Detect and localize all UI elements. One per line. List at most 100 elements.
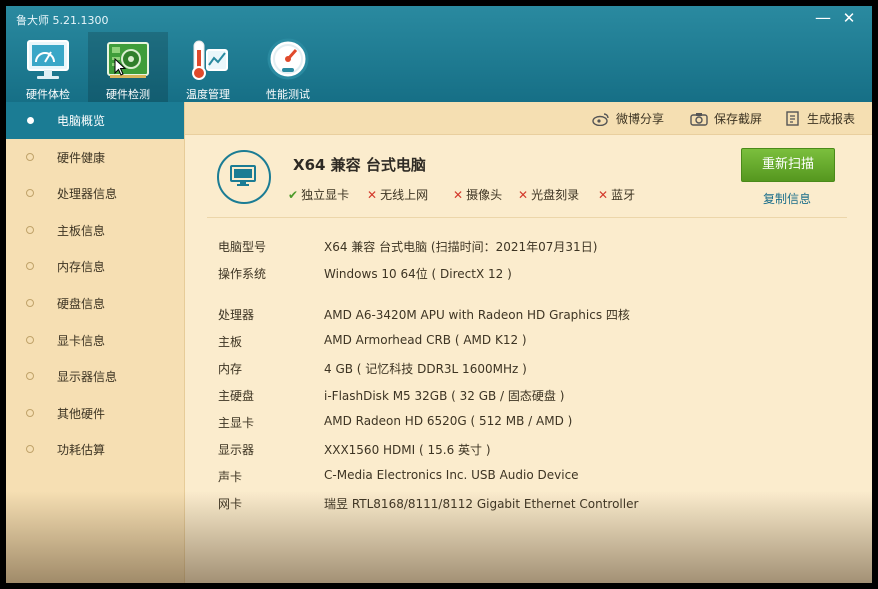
sidebar-item-gpu[interactable]: 显卡信息 (6, 322, 184, 359)
sidebar-item-other-hardware[interactable]: 其他硬件 (6, 395, 184, 432)
info-key: 主显卡 (218, 416, 255, 430)
cross-icon: ✕ (598, 188, 609, 202)
feature-bluetooth: ✕ 蓝牙 (598, 186, 635, 203)
feature-label: 蓝牙 (611, 188, 636, 202)
thermometer-icon (192, 40, 228, 80)
tab-hardware-checkup[interactable]: 硬件体检 (8, 32, 88, 102)
feature-label: 无线上网 (380, 188, 429, 202)
generate-report-button[interactable]: 生成报表 (785, 110, 855, 127)
save-screenshot-button[interactable]: 保存截屏 (690, 110, 762, 127)
info-value: AMD Radeon HD 6520G ( 512 MB / AMD ) (324, 414, 573, 428)
tab-label: 硬件体检 (26, 88, 70, 101)
toolbar: 微博分享 保存截屏 生成报表 (185, 102, 872, 135)
bullet-icon (26, 152, 34, 161)
bullet-icon (26, 445, 34, 454)
info-value: AMD Armorhead CRB ( AMD K12 ) (324, 333, 527, 347)
cross-icon: ✕ (453, 188, 464, 202)
sidebar-item-label: 显卡信息 (57, 333, 106, 348)
tab-label: 温度管理 (186, 88, 230, 101)
feature-discrete-gpu: ✔ 独立显卡 (288, 186, 349, 203)
bullet-icon (26, 262, 34, 271)
tab-temperature-management[interactable]: 温度管理 (168, 32, 248, 102)
sidebar-item-label: 硬盘信息 (57, 296, 106, 311)
header-bar: 鲁大师 5.21.1300 — ✕ 硬件体检 硬件检测 温度管理 性能测试 (6, 6, 872, 102)
cross-icon: ✕ (367, 188, 378, 202)
info-value: AMD A6-3420M APU with Radeon HD Graphics… (324, 308, 630, 322)
bullet-icon (26, 225, 34, 234)
tab-performance-test[interactable]: 性能测试 (248, 32, 328, 102)
sidebar-item-disk[interactable]: 硬盘信息 (6, 285, 184, 322)
camera-icon (690, 112, 708, 126)
app-title: 鲁大师 5.21.1300 (16, 14, 109, 27)
weibo-share-label: 微博分享 (616, 112, 665, 126)
sidebar-item-label: 显示器信息 (57, 370, 118, 385)
sidebar-item-label: 电脑概览 (57, 114, 106, 128)
sidebar-item-label: 处理器信息 (57, 187, 118, 202)
report-icon (786, 111, 799, 126)
tab-hardware-detect[interactable]: 硬件检测 (88, 32, 168, 102)
tab-label: 硬件检测 (106, 88, 150, 101)
sidebar-item-label: 其他硬件 (57, 406, 106, 421)
weibo-icon (592, 112, 609, 126)
weibo-share-button[interactable]: 微博分享 (592, 110, 664, 127)
bullet-icon (26, 298, 34, 307)
computer-title: X64 兼容 台式电脑 (293, 156, 426, 174)
speedometer-icon (267, 38, 309, 80)
sidebar: 电脑概览 硬件健康 处理器信息 主板信息 内存信息 硬盘信息 显卡信息 显示器信… (6, 102, 185, 583)
sidebar-item-label: 功耗估算 (57, 443, 106, 458)
feature-label: 光盘刻录 (531, 188, 580, 202)
mouse-cursor-icon (114, 58, 126, 76)
info-value: Windows 10 64位 ( DirectX 12 ) (324, 267, 512, 281)
sidebar-item-cpu[interactable]: 处理器信息 (6, 175, 184, 212)
minimize-button[interactable]: — (812, 8, 834, 28)
info-key: 网卡 (218, 497, 243, 511)
sidebar-item-label: 主板信息 (57, 223, 106, 238)
feature-camera: ✕ 摄像头 (453, 186, 502, 203)
info-key: 显示器 (218, 443, 255, 457)
computer-badge (217, 150, 271, 204)
info-value: i-FlashDisk M5 32GB ( 32 GB / 固态硬盘 ) (324, 389, 565, 403)
info-value: 瑞昱 RTL8168/8111/8112 Gigabit Ethernet Co… (324, 497, 639, 511)
bullet-icon (26, 335, 34, 344)
info-value: X64 兼容 台式电脑 (扫描时间：2021年07月31日) (324, 240, 598, 254)
check-icon: ✔ (288, 188, 299, 202)
sidebar-item-label: 硬件健康 (57, 150, 106, 165)
sidebar-item-hardware-health[interactable]: 硬件健康 (6, 139, 184, 176)
info-value: C-Media Electronics Inc. USB Audio Devic… (324, 468, 579, 482)
copy-info-link[interactable]: 复制信息 (763, 190, 811, 207)
info-key: 主硬盘 (218, 389, 255, 403)
sidebar-item-overview[interactable]: 电脑概览 (6, 102, 184, 139)
tab-label: 性能测试 (266, 88, 310, 101)
info-value: XXX1560 HDMI ( 15.6 英寸 ) (324, 443, 491, 457)
sidebar-item-motherboard[interactable]: 主板信息 (6, 212, 184, 249)
info-value: 4 GB ( 记忆科技 DDR3L 1600MHz ) (324, 362, 527, 376)
info-key: 电脑型号 (218, 240, 267, 254)
info-key: 声卡 (218, 470, 243, 484)
feature-wifi: ✕ 无线上网 (367, 186, 428, 203)
feature-label: 摄像头 (466, 188, 503, 202)
app-window: 鲁大师 5.21.1300 — ✕ 硬件体检 硬件检测 温度管理 性能测试 电脑… (6, 6, 872, 583)
sidebar-item-monitor[interactable]: 显示器信息 (6, 358, 184, 395)
sidebar-item-memory[interactable]: 内存信息 (6, 248, 184, 285)
bullet-icon (26, 372, 34, 381)
info-key: 内存 (218, 362, 243, 376)
feature-label: 独立显卡 (301, 188, 350, 202)
generate-report-label: 生成报表 (807, 112, 856, 126)
main-content: 微博分享 保存截屏 生成报表 X64 兼容 台式电脑 ✔ 独立显卡 ✕ 无线上网… (185, 102, 872, 583)
bullet-icon (27, 117, 34, 124)
bullet-icon (26, 408, 34, 417)
rescan-button[interactable]: 重新扫描 (741, 148, 835, 182)
info-key: 主板 (218, 335, 243, 349)
close-button[interactable]: ✕ (838, 8, 860, 28)
divider (207, 217, 847, 218)
monitor-chart-icon (27, 40, 69, 79)
computer-monitor-icon (230, 165, 256, 186)
feature-disc-burning: ✕ 光盘刻录 (518, 186, 579, 203)
info-key: 操作系统 (218, 267, 267, 281)
bullet-icon (26, 189, 34, 198)
cross-icon: ✕ (518, 188, 529, 202)
sidebar-item-label: 内存信息 (57, 260, 106, 275)
sidebar-item-power-estimate[interactable]: 功耗估算 (6, 431, 184, 468)
circuit-board-icon (107, 42, 149, 78)
info-key: 处理器 (218, 308, 255, 322)
